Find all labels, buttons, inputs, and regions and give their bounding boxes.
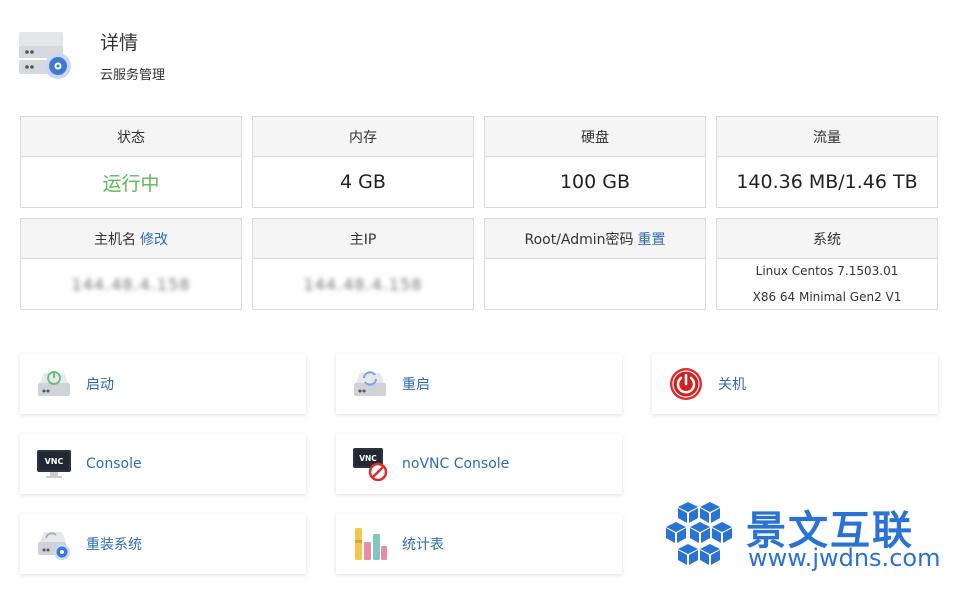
system-line1: Linux Centos 7.1503.01 [755, 264, 899, 278]
page-title: 详情 [100, 32, 139, 54]
power-off-icon [668, 367, 704, 401]
root-password-card: Root/Admin密码 重置 [484, 218, 706, 310]
shutdown-label: 关机 [718, 377, 746, 393]
bar-stats-icon [352, 527, 388, 561]
memory-label: 内存 [253, 117, 473, 157]
stats-button[interactable]: 统计表 [336, 514, 622, 574]
root-password-reset-link[interactable]: 重置 [638, 229, 666, 249]
traffic-card: 流量 140.36 MB/1.46 TB [716, 116, 938, 208]
vnc-monitor-icon: VNC [36, 447, 72, 481]
start-button[interactable]: 启动 [20, 354, 306, 414]
page-header: 详情 云服务管理 [18, 26, 418, 86]
memory-card: 内存 4 GB [252, 116, 474, 208]
disk-label: 硬盘 [485, 117, 705, 157]
shutdown-button[interactable]: 关机 [652, 354, 938, 414]
reinstall-button[interactable]: 重装系统 [20, 514, 306, 574]
status-value: 运行中 [102, 172, 160, 195]
novnc-console-label: noVNC Console [402, 456, 510, 472]
console-button[interactable]: VNC Console [20, 434, 306, 494]
status-label: 状态 [21, 117, 241, 157]
svg-text:VNC: VNC [45, 457, 64, 466]
main-ip-value: 144.48.4.158 [303, 274, 423, 294]
brand-url: www.jwdns.com [748, 544, 941, 572]
hostname-card: 主机名 修改 144.48.4.158 [20, 218, 242, 310]
power-on-disk-icon [36, 367, 72, 401]
disk-value: 100 GB [559, 171, 631, 193]
main-ip-label: 主IP [253, 219, 473, 259]
vnc-blocked-icon: VNC [352, 447, 388, 481]
hostname-value: 144.48.4.158 [71, 274, 191, 294]
brand-watermark: 景文互联 www.jwdns.com [660, 498, 940, 574]
traffic-value: 140.36 MB/1.46 TB [736, 171, 918, 193]
reboot-button[interactable]: 重启 [336, 354, 622, 414]
reboot-label: 重启 [402, 377, 430, 393]
start-label: 启动 [86, 377, 114, 393]
server-settings-icon [18, 28, 74, 80]
hostname-label: 主机名 [94, 231, 136, 248]
svg-text:VNC: VNC [359, 454, 377, 463]
reinstall-disk-icon [36, 527, 72, 561]
reinstall-label: 重装系统 [86, 537, 142, 553]
cube-logo-icon [666, 502, 732, 565]
stats-label: 统计表 [402, 537, 444, 553]
console-label: Console [86, 456, 142, 472]
main-ip-card: 主IP 144.48.4.158 [252, 218, 474, 310]
system-line2: X86 64 Minimal Gen2 V1 [752, 290, 902, 304]
novnc-console-button[interactable]: VNC noVNC Console [336, 434, 622, 494]
memory-value: 4 GB [340, 171, 386, 193]
system-label: 系统 [717, 219, 937, 259]
reboot-disk-icon [352, 367, 388, 401]
hostname-edit-link[interactable]: 修改 [140, 229, 168, 249]
disk-card: 硬盘 100 GB [484, 116, 706, 208]
system-card: 系统 Linux Centos 7.1503.01 X86 64 Minimal… [716, 218, 938, 310]
root-password-label: Root/Admin密码 [524, 231, 634, 248]
page-subtitle: 云服务管理 [100, 68, 166, 83]
traffic-label: 流量 [717, 117, 937, 157]
status-card: 状态 运行中 [20, 116, 242, 208]
